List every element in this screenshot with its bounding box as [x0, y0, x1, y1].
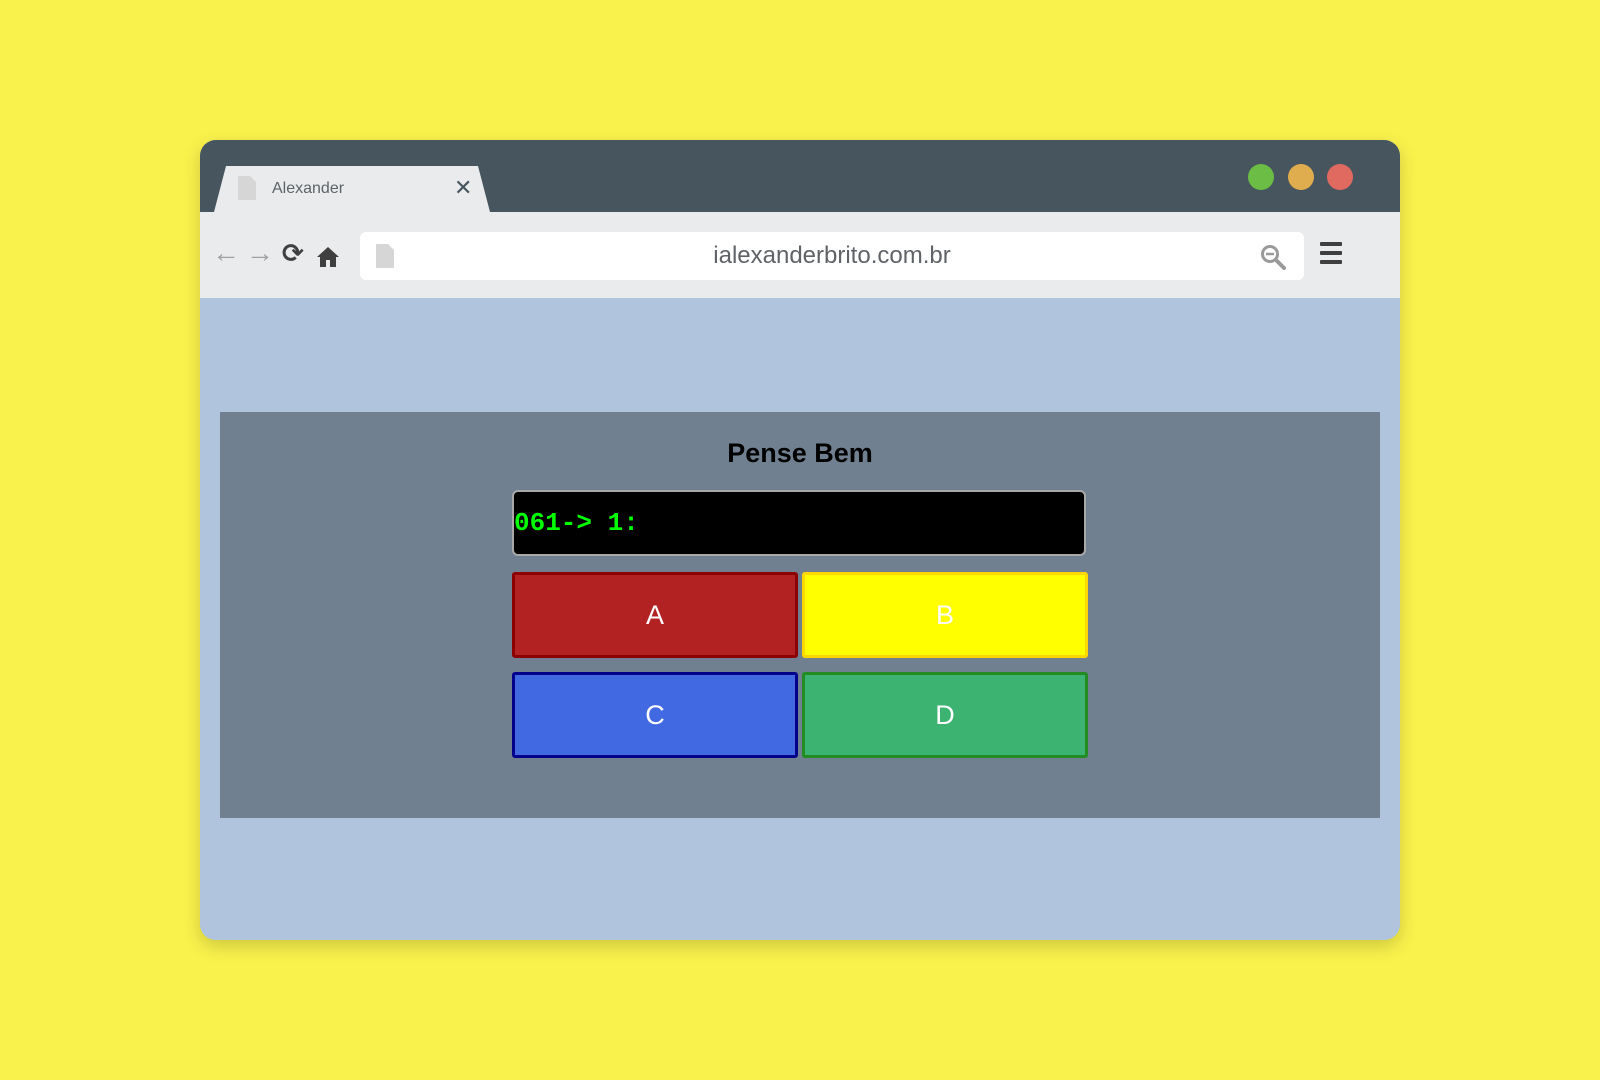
- maximize-window-button[interactable]: [1248, 164, 1274, 190]
- browser-toolbar: ← → ⟳ ialexanderbrito.com.br: [200, 212, 1400, 298]
- url-text: ialexanderbrito.com.br: [713, 242, 951, 269]
- home-icon[interactable]: [316, 246, 340, 268]
- back-arrow-icon[interactable]: ←: [212, 238, 240, 268]
- hamburger-menu-icon[interactable]: [1320, 242, 1342, 264]
- tab-title: Alexander: [272, 180, 345, 197]
- page-content: Pense Bem 061-> 1: A B C D: [200, 298, 1400, 940]
- answer-button-a[interactable]: A: [512, 572, 798, 658]
- close-window-button[interactable]: [1327, 164, 1353, 190]
- answer-button-d[interactable]: D: [802, 672, 1088, 758]
- game-panel: Pense Bem 061-> 1: A B C D: [220, 412, 1380, 818]
- document-icon: [238, 176, 256, 200]
- browser-tab[interactable]: Alexander ✕: [214, 166, 490, 212]
- reload-icon[interactable]: ⟳: [282, 238, 304, 268]
- search-icon[interactable]: [1260, 244, 1286, 270]
- answer-button-b[interactable]: B: [802, 572, 1088, 658]
- game-title: Pense Bem: [727, 438, 873, 468]
- answer-button-c[interactable]: C: [512, 672, 798, 758]
- forward-arrow-icon[interactable]: →: [246, 238, 274, 268]
- game-display-screen: 061-> 1:: [512, 490, 1086, 556]
- browser-titlebar: Alexander ✕: [200, 140, 1400, 212]
- browser-window: Alexander ✕ ← → ⟳ ialexanderbrito.com.br: [200, 140, 1400, 940]
- minimize-window-button[interactable]: [1288, 164, 1314, 190]
- tab-close-icon[interactable]: ✕: [454, 175, 472, 201]
- address-bar[interactable]: ialexanderbrito.com.br: [360, 232, 1304, 280]
